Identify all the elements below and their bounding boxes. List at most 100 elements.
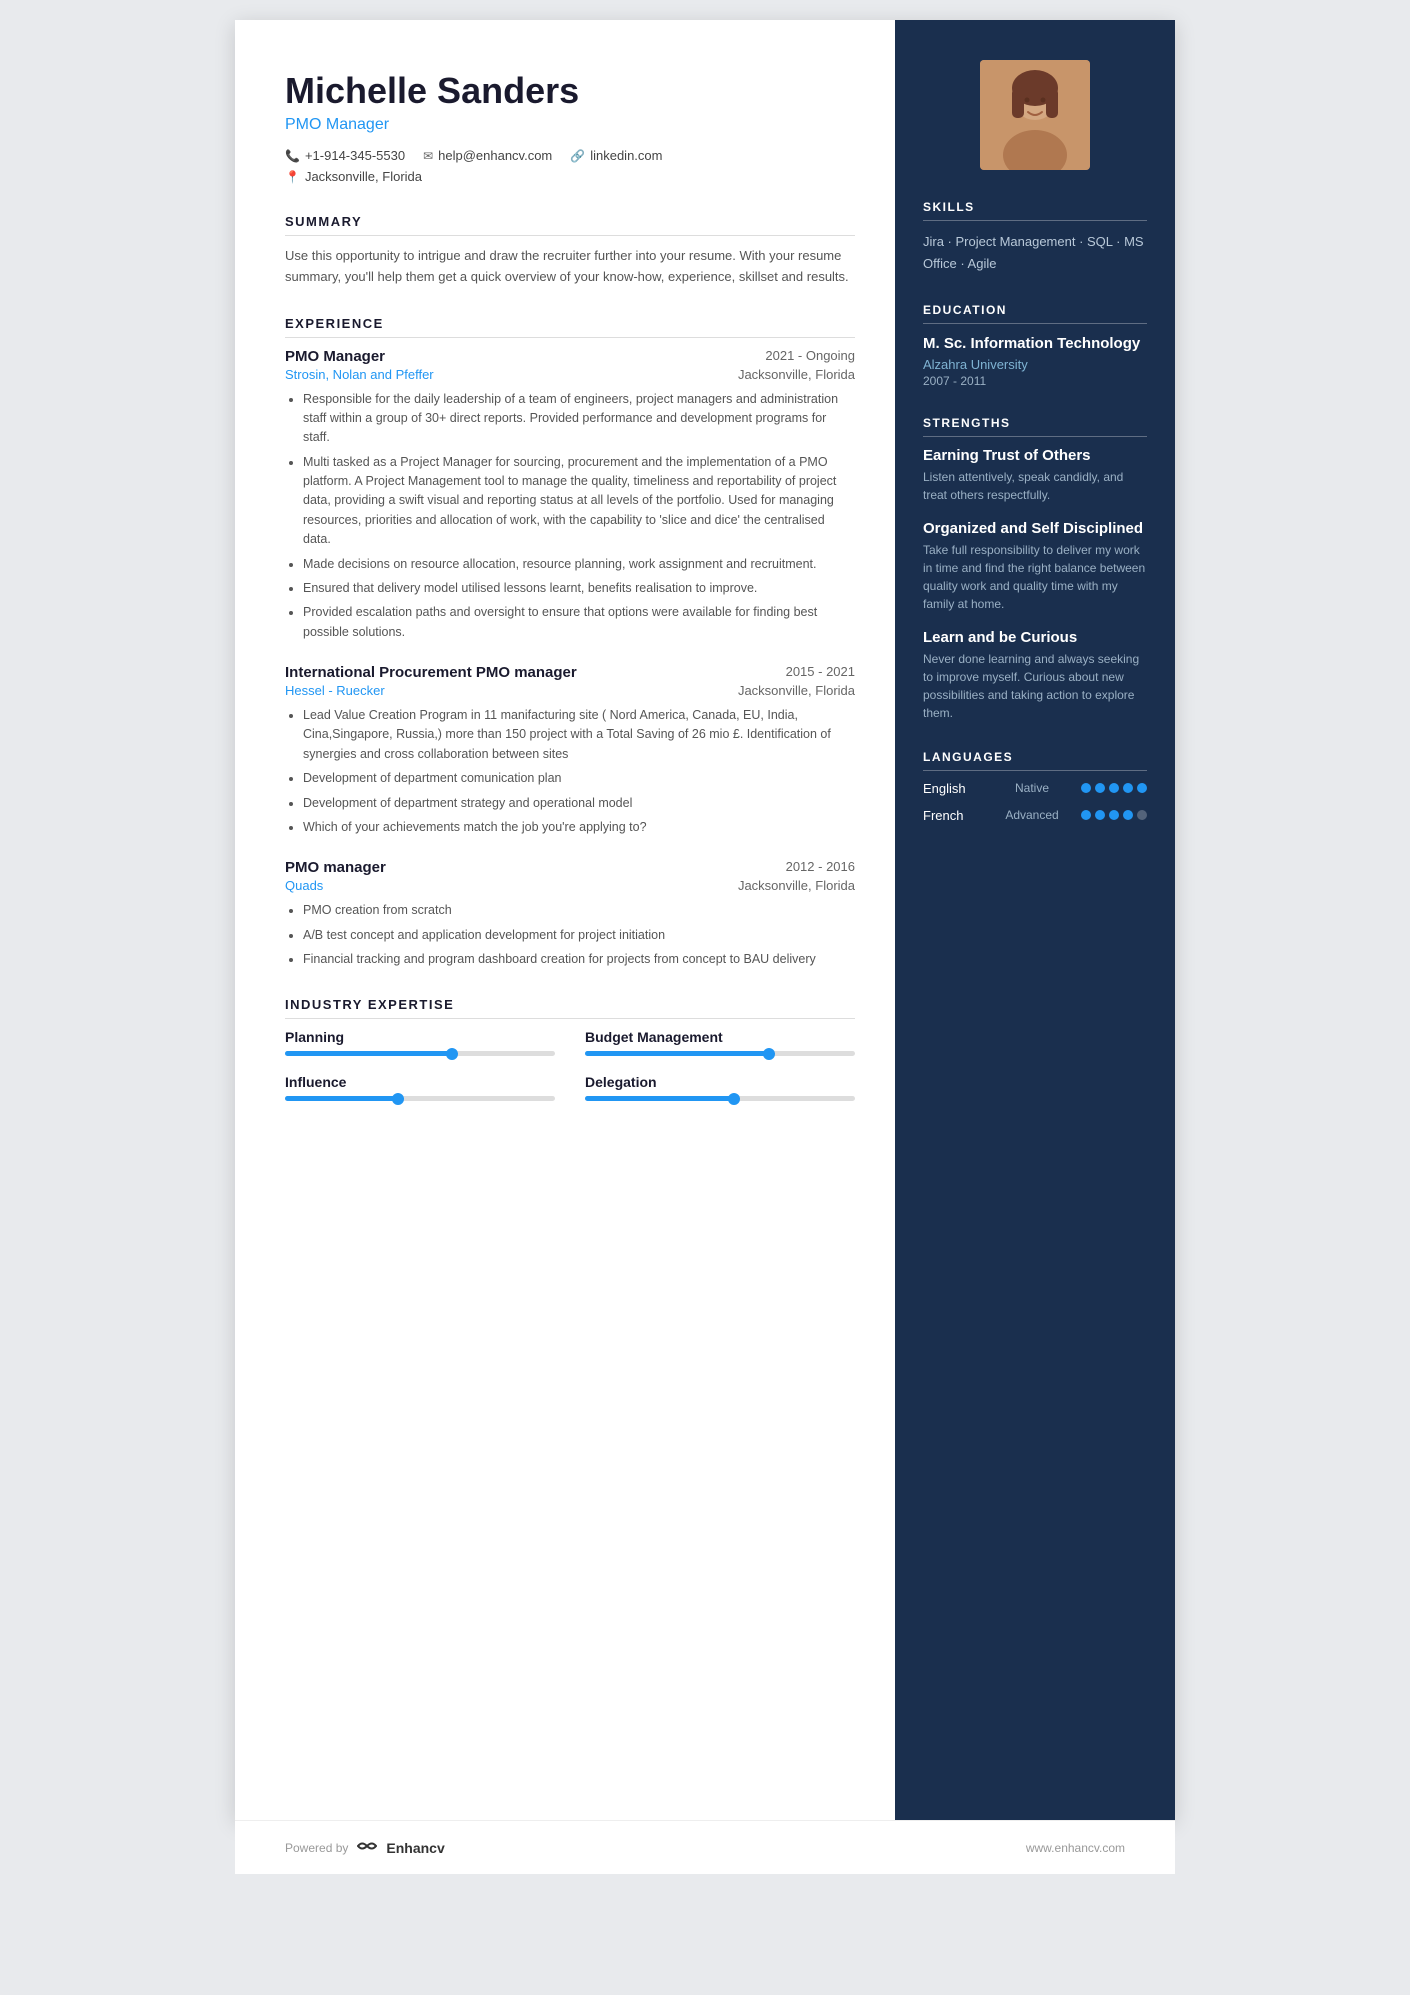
bullet: Provided escalation paths and oversight … xyxy=(303,603,855,642)
exp-role-1: PMO Manager xyxy=(285,348,385,365)
powered-by-text: Powered by xyxy=(285,1841,348,1855)
experience-section: EXPERIENCE PMO Manager 2021 - Ongoing St… xyxy=(285,316,855,970)
lang-english: English Native xyxy=(923,781,1147,796)
languages-title: LANGUAGES xyxy=(923,750,1147,771)
strength-desc-3: Never done learning and always seeking t… xyxy=(923,650,1147,722)
summary-section: SUMMARY Use this opportunity to intrigue… xyxy=(285,214,855,288)
exp-dates-3: 2012 - 2016 xyxy=(786,859,855,874)
strength-title-2: Organized and Self Disciplined xyxy=(923,520,1147,537)
edu-school: Alzahra University xyxy=(923,357,1147,372)
dot xyxy=(1109,810,1119,820)
expertise-title: INDUSTRY EXPERTISE xyxy=(285,997,855,1019)
exp-company-2: Hessel - Ruecker xyxy=(285,683,385,698)
bullet: Multi tasked as a Project Manager for so… xyxy=(303,453,855,550)
dot xyxy=(1137,810,1147,820)
location-text: Jacksonville, Florida xyxy=(305,169,422,184)
skills-title: SKILLS xyxy=(923,200,1147,221)
location-icon: 📍 xyxy=(285,170,300,184)
dot xyxy=(1081,783,1091,793)
email-icon: ✉ xyxy=(423,149,433,163)
strength-item-3: Learn and be Curious Never done learning… xyxy=(923,629,1147,722)
lang-english-level: Native xyxy=(983,781,1081,795)
bullet: Responsible for the daily leadership of … xyxy=(303,390,855,448)
expertise-planning-bar xyxy=(285,1051,555,1056)
skills-text: Jira · Project Management · SQL · MS Off… xyxy=(923,231,1147,275)
expertise-budget-fill xyxy=(585,1051,769,1056)
location-row: 📍 Jacksonville, Florida xyxy=(285,169,855,184)
dot xyxy=(1095,783,1105,793)
photo-container xyxy=(923,60,1147,170)
phone-number: +1-914-345-5530 xyxy=(305,148,405,163)
dot xyxy=(1123,810,1133,820)
bullet: Development of department comunication p… xyxy=(303,769,855,788)
brand-name: Enhancv xyxy=(386,1840,444,1856)
exp-bullets-2: Lead Value Creation Program in 11 manifa… xyxy=(285,706,855,837)
bullet: Ensured that delivery model utilised les… xyxy=(303,579,855,598)
dot xyxy=(1109,783,1119,793)
exp-dates-2: 2015 - 2021 xyxy=(786,664,855,679)
strength-item-2: Organized and Self Disciplined Take full… xyxy=(923,520,1147,613)
expertise-planning-label: Planning xyxy=(285,1029,555,1045)
candidate-name: Michelle Sanders xyxy=(285,70,855,112)
lang-french-dots xyxy=(1081,810,1147,820)
bullet: Financial tracking and program dashboard… xyxy=(303,950,855,969)
exp-item-3: PMO manager 2012 - 2016 Quads Jacksonvil… xyxy=(285,859,855,969)
link-icon: 🔗 xyxy=(570,149,585,163)
exp-header-3: PMO manager 2012 - 2016 xyxy=(285,859,855,876)
exp-company-row-1: Strosin, Nolan and Pfeffer Jacksonville,… xyxy=(285,367,855,382)
summary-title: SUMMARY xyxy=(285,214,855,236)
expertise-planning-fill xyxy=(285,1051,452,1056)
expertise-budget: Budget Management xyxy=(585,1029,855,1056)
expertise-influence-fill xyxy=(285,1096,398,1101)
website-contact: 🔗 linkedin.com xyxy=(570,148,662,163)
email-contact: ✉ help@enhancv.com xyxy=(423,148,552,163)
expertise-budget-bar xyxy=(585,1051,855,1056)
job-title: PMO Manager xyxy=(285,116,855,134)
bullet: A/B test concept and application develop… xyxy=(303,926,855,945)
bullet: Development of department strategy and o… xyxy=(303,794,855,813)
strength-title-1: Earning Trust of Others xyxy=(923,447,1147,464)
bullet: Made decisions on resource allocation, r… xyxy=(303,555,855,574)
exp-dates-1: 2021 - Ongoing xyxy=(765,348,855,363)
skills-section: SKILLS Jira · Project Management · SQL ·… xyxy=(923,200,1147,275)
exp-header-2: International Procurement PMO manager 20… xyxy=(285,664,855,681)
education-section: EDUCATION M. Sc. Information Technology … xyxy=(923,303,1147,388)
exp-bullets-3: PMO creation from scratch A/B test conce… xyxy=(285,901,855,969)
footer-left: Powered by Enhancv xyxy=(285,1839,445,1856)
exp-location-3: Jacksonville, Florida xyxy=(738,878,855,893)
languages-section: LANGUAGES English Native French Advanced xyxy=(923,750,1147,823)
strength-title-3: Learn and be Curious xyxy=(923,629,1147,646)
expertise-section: INDUSTRY EXPERTISE Planning Budget Manag… xyxy=(285,997,855,1101)
footer: Powered by Enhancv www.enhancv.com xyxy=(235,1820,1175,1874)
exp-item-2: International Procurement PMO manager 20… xyxy=(285,664,855,837)
expertise-influence-label: Influence xyxy=(285,1074,555,1090)
strength-desc-1: Listen attentively, speak candidly, and … xyxy=(923,468,1147,504)
exp-company-3: Quads xyxy=(285,878,323,893)
bullet: PMO creation from scratch xyxy=(303,901,855,920)
phone-contact: 📞 +1-914-345-5530 xyxy=(285,148,405,163)
exp-company-row-2: Hessel - Ruecker Jacksonville, Florida xyxy=(285,683,855,698)
exp-role-2: International Procurement PMO manager xyxy=(285,664,577,681)
enhancv-logo xyxy=(356,1839,378,1856)
bullet: Lead Value Creation Program in 11 manifa… xyxy=(303,706,855,764)
dot xyxy=(1095,810,1105,820)
phone-icon: 📞 xyxy=(285,149,300,163)
dot xyxy=(1123,783,1133,793)
contact-info: 📞 +1-914-345-5530 ✉ help@enhancv.com 🔗 l… xyxy=(285,148,855,163)
strength-desc-2: Take full responsibility to deliver my w… xyxy=(923,541,1147,613)
exp-company-1: Strosin, Nolan and Pfeffer xyxy=(285,367,434,382)
strength-item-1: Earning Trust of Others Listen attentive… xyxy=(923,447,1147,504)
exp-header-1: PMO Manager 2021 - Ongoing xyxy=(285,348,855,365)
bullet: Which of your achievements match the job… xyxy=(303,818,855,837)
expertise-budget-label: Budget Management xyxy=(585,1029,855,1045)
candidate-photo xyxy=(980,60,1090,170)
expertise-grid: Planning Budget Management Influence xyxy=(285,1029,855,1101)
email-address: help@enhancv.com xyxy=(438,148,552,163)
strengths-title: STRENGTHS xyxy=(923,416,1147,437)
expertise-delegation-fill xyxy=(585,1096,734,1101)
strengths-section: STRENGTHS Earning Trust of Others Listen… xyxy=(923,416,1147,722)
exp-bullets-1: Responsible for the daily leadership of … xyxy=(285,390,855,643)
dot xyxy=(1081,810,1091,820)
experience-title: EXPERIENCE xyxy=(285,316,855,338)
education-title: EDUCATION xyxy=(923,303,1147,324)
